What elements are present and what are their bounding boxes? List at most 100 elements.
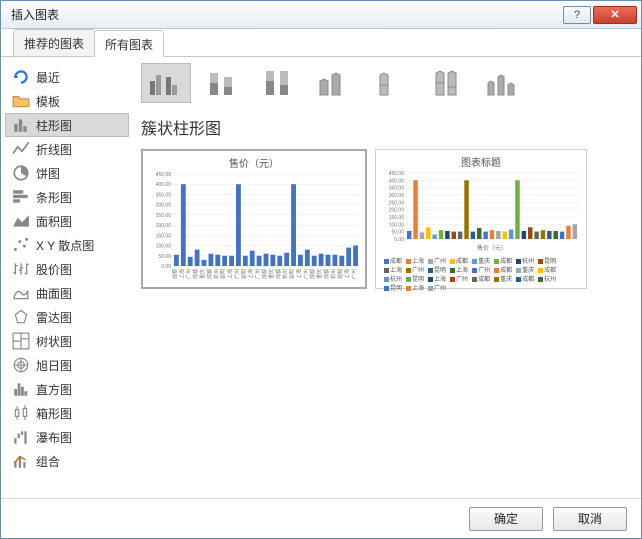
- close-button[interactable]: ✕: [593, 6, 637, 24]
- sidebar-item-stock[interactable]: 股价图: [5, 257, 129, 281]
- svg-text:成都: 成都: [206, 269, 213, 279]
- svg-text:250.00: 250.00: [156, 213, 172, 219]
- help-button[interactable]: ?: [563, 6, 591, 24]
- svg-text:成都: 成都: [261, 269, 268, 279]
- sidebar-item-treemap[interactable]: 树状图: [5, 329, 129, 353]
- svg-text:昆明: 昆明: [338, 269, 344, 279]
- subtype-row: [141, 63, 627, 103]
- subtype-stacked-column[interactable]: [197, 63, 247, 103]
- subtype-3d-100stacked-column[interactable]: [421, 63, 471, 103]
- svg-text:广州: 广州: [233, 269, 240, 279]
- svg-text:50.00: 50.00: [158, 254, 171, 260]
- sidebar-item-line[interactable]: 折线图: [5, 137, 129, 161]
- sidebar-item-label: 组合: [36, 453, 60, 470]
- sunburst-chart-icon: [12, 357, 30, 373]
- sidebar-item-label: 模板: [36, 93, 60, 110]
- svg-text:成都: 成都: [192, 269, 199, 279]
- sidebar-item-label: 箱形图: [36, 405, 72, 422]
- subtype-3d-stacked-column[interactable]: [365, 63, 415, 103]
- sidebar-item-pie[interactable]: 饼图: [5, 161, 129, 185]
- sidebar-item-sunburst[interactable]: 旭日图: [5, 353, 129, 377]
- subtype-3d-column[interactable]: [477, 63, 527, 103]
- chart-type-sidebar: 最近 模板 柱形图 折线图 饼图 条形图 面积图 X Y 散点图 股价图 曲面图…: [1, 57, 133, 498]
- svg-text:广州: 广州: [185, 269, 192, 279]
- svg-text:150.00: 150.00: [156, 233, 172, 239]
- histogram-chart-icon: [12, 381, 30, 397]
- preview-2-title: 图表标题: [382, 154, 580, 169]
- sidebar-item-bar[interactable]: 条形图: [5, 185, 129, 209]
- svg-text:重庆: 重庆: [316, 269, 323, 279]
- svg-text:成都: 成都: [309, 269, 316, 279]
- preview-2[interactable]: 图表标题 0.0050.00 100.00150.00200.00 250.0030…: [375, 149, 587, 289]
- waterfall-chart-icon: [12, 429, 30, 445]
- sidebar-item-label: 旭日图: [36, 357, 72, 374]
- main-panel: 簇状柱形图 售价（元） 0.0050.00100.00150.00200.002…: [133, 57, 641, 498]
- svg-text:杭州: 杭州: [213, 269, 220, 279]
- sidebar-item-label: 股价图: [36, 261, 72, 278]
- tab-row: 推荐的图表 所有图表: [1, 29, 641, 57]
- sidebar-item-label: 树状图: [36, 333, 72, 350]
- svg-text:广州: 广州: [302, 269, 309, 279]
- sidebar-item-templates[interactable]: 模板: [5, 89, 129, 113]
- sidebar-item-label: 雷达图: [36, 309, 72, 326]
- svg-text:昆明: 昆明: [221, 269, 227, 279]
- sidebar-item-label: 面积图: [36, 213, 72, 230]
- sidebar-item-label: 曲面图: [36, 285, 72, 302]
- svg-text:200.00: 200.00: [156, 223, 172, 229]
- svg-text:300.00: 300.00: [156, 203, 172, 209]
- svg-text:450.00: 450.00: [156, 172, 172, 178]
- svg-text:上海: 上海: [295, 269, 302, 279]
- sidebar-item-recent[interactable]: 最近: [5, 65, 129, 89]
- svg-text:250.00: 250.00: [389, 200, 405, 206]
- folder-icon: [12, 93, 30, 109]
- svg-text:200.00: 200.00: [389, 208, 405, 214]
- cancel-button[interactable]: 取消: [553, 507, 627, 531]
- svg-text:300.00: 300.00: [389, 193, 405, 199]
- surface-chart-icon: [12, 285, 30, 301]
- subtype-3d-clustered-column[interactable]: [309, 63, 359, 103]
- ok-button[interactable]: 确定: [469, 507, 543, 531]
- sidebar-item-surface[interactable]: 曲面图: [5, 281, 129, 305]
- column-chart-icon: [12, 117, 30, 133]
- sidebar-item-histogram[interactable]: 直方图: [5, 377, 129, 401]
- bar-chart-icon: [12, 189, 30, 205]
- sidebar-item-label: 瀑布图: [36, 429, 72, 446]
- preview-row: 售价（元） 0.0050.00100.00150.00200.00250.003…: [141, 149, 627, 289]
- sidebar-item-waterfall[interactable]: 瀑布图: [5, 425, 129, 449]
- svg-text:50.00: 50.00: [391, 230, 404, 236]
- tab-all[interactable]: 所有图表: [94, 30, 164, 57]
- preview-1-title: 售价（元）: [149, 155, 359, 170]
- svg-text:150.00: 150.00: [389, 215, 405, 221]
- sidebar-item-column[interactable]: 柱形图: [5, 113, 129, 137]
- sidebar-item-radar[interactable]: 雷达图: [5, 305, 129, 329]
- radar-chart-icon: [12, 309, 30, 325]
- sidebar-item-label: X Y 散点图: [36, 237, 94, 254]
- subtype-100stacked-column[interactable]: [253, 63, 303, 103]
- svg-text:昆明: 昆明: [241, 269, 247, 279]
- svg-text:广州: 广州: [351, 269, 358, 279]
- preview-1[interactable]: 售价（元） 0.0050.00100.00150.00200.00250.003…: [141, 149, 367, 289]
- tab-recommended[interactable]: 推荐的图表: [13, 29, 95, 56]
- pie-chart-icon: [12, 165, 30, 181]
- svg-text:100.00: 100.00: [389, 222, 405, 228]
- preview-2-legend: 成都上海广州成都重庆成都杭州昆明上海广州昆明上海广州成都重庆成都杭州昆明上海广州…: [382, 256, 580, 294]
- sidebar-item-area[interactable]: 面积图: [5, 209, 129, 233]
- recent-icon: [12, 69, 30, 85]
- svg-text:350.00: 350.00: [389, 186, 405, 192]
- subtype-clustered-column[interactable]: [141, 63, 191, 103]
- svg-text:400.00: 400.00: [156, 182, 172, 188]
- sidebar-item-scatter[interactable]: X Y 散点图: [5, 233, 129, 257]
- titlebar: 插入图表 ? ✕: [1, 1, 641, 29]
- dialog-body: 最近 模板 柱形图 折线图 饼图 条形图 面积图 X Y 散点图 股价图 曲面图…: [1, 57, 641, 498]
- svg-text:0.00: 0.00: [394, 237, 404, 243]
- sidebar-item-combo[interactable]: 组合: [5, 449, 129, 473]
- sidebar-item-box[interactable]: 箱形图: [5, 401, 129, 425]
- svg-text:350.00: 350.00: [156, 192, 172, 198]
- svg-text:成都: 成都: [171, 269, 178, 279]
- svg-text:重庆: 重庆: [268, 269, 275, 279]
- sidebar-item-label: 直方图: [36, 381, 72, 398]
- svg-text:上海: 上海: [344, 269, 351, 279]
- window-title: 插入图表: [5, 6, 561, 23]
- sidebar-item-label: 柱形图: [36, 117, 72, 134]
- svg-text:450.00: 450.00: [389, 171, 405, 177]
